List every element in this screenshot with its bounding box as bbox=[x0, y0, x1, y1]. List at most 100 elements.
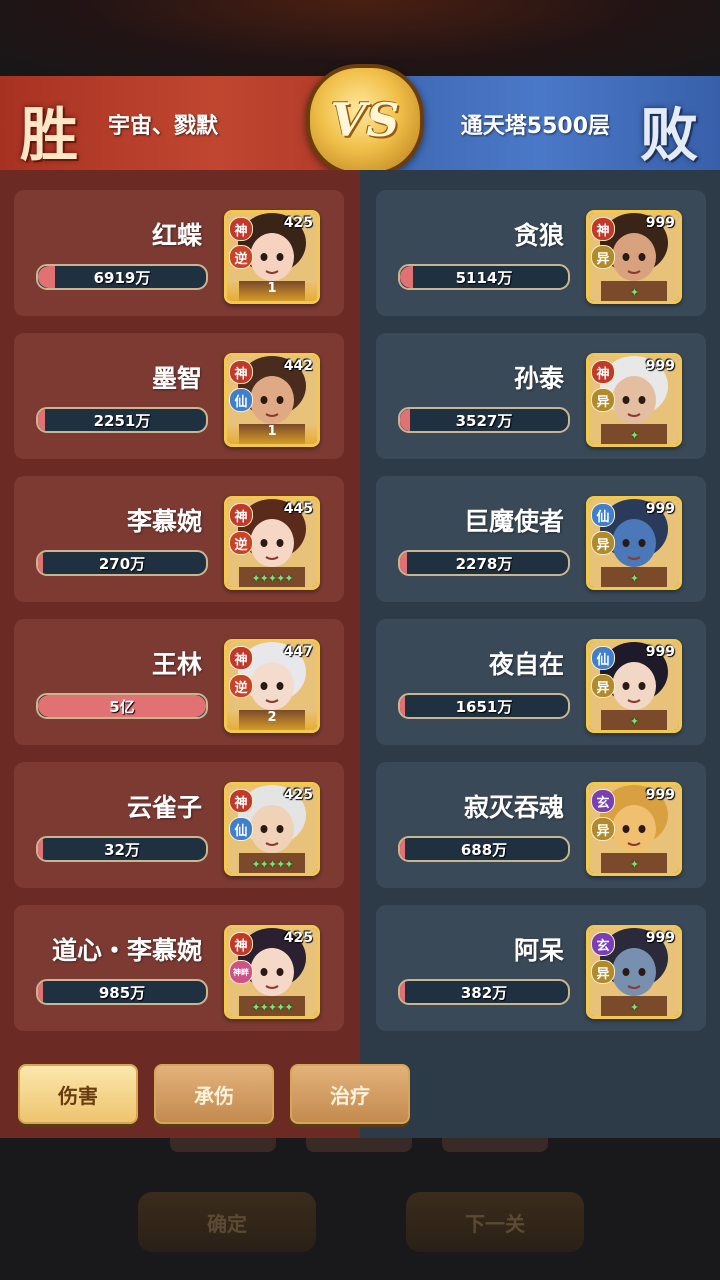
right-hero-card[interactable]: 巨魔使者 2278万 999 仙异 ✦ bbox=[376, 476, 706, 602]
hero-rank-badge: 神畔 bbox=[229, 960, 253, 984]
damage-value: 270万 bbox=[98, 554, 146, 573]
hero-level: 425 bbox=[283, 787, 313, 803]
left-hero-card[interactable]: 云雀子 32万 425 神仙 ✦✦✦✦✦ bbox=[14, 762, 344, 888]
damage-value: 2278万 bbox=[455, 554, 513, 573]
hero-rank-badge: 异 bbox=[591, 960, 615, 984]
tab-damage-taken[interactable]: 承伤 bbox=[154, 1064, 274, 1124]
damage-bar: 382万 bbox=[398, 979, 570, 1005]
damage-bar: 2278万 bbox=[398, 550, 570, 576]
damage-bar: 5亿 bbox=[36, 693, 208, 719]
hero-portrait[interactable]: 999 仙异 ✦ bbox=[586, 639, 682, 733]
damage-bar: 6919万 bbox=[36, 264, 208, 290]
damage-value: 3527万 bbox=[455, 411, 513, 430]
hero-name: 王林 bbox=[151, 650, 202, 679]
hero-portrait[interactable]: 425 神神畔 ✦✦✦✦✦ bbox=[224, 925, 320, 1019]
hero-rank-badge: 神 bbox=[229, 217, 253, 241]
vs-badge: VS bbox=[306, 64, 424, 176]
hero-rank-badge: 异 bbox=[591, 674, 615, 698]
hero-portrait[interactable]: 999 玄异 ✦ bbox=[586, 925, 682, 1019]
right-hero-card[interactable]: 贪狼 5114万 999 神异 ✦ bbox=[376, 190, 706, 316]
hero-portrait[interactable]: 999 神异 ✦ bbox=[586, 210, 682, 304]
hero-name: 夜自在 bbox=[488, 650, 564, 679]
background-tab bbox=[170, 1138, 276, 1152]
hero-rank-badge: 仙 bbox=[591, 503, 615, 527]
hero-rank-badge: 神 bbox=[591, 217, 615, 241]
damage-bar: 985万 bbox=[36, 979, 208, 1005]
hero-rank-badge: 玄 bbox=[591, 789, 615, 813]
hero-portrait[interactable]: 447 神逆 2 bbox=[224, 639, 320, 733]
background-bottom bbox=[0, 1138, 720, 1280]
hero-rank-badge: 逆 bbox=[229, 531, 253, 555]
hero-name: 孙泰 bbox=[513, 364, 564, 393]
tab-damage[interactable]: 伤害 bbox=[18, 1064, 138, 1124]
advance-level: 2 bbox=[227, 710, 317, 730]
hero-rank-badge: 神 bbox=[591, 360, 615, 384]
hero-portrait[interactable]: 442 神仙 1 bbox=[224, 353, 320, 447]
hero-level: 999 bbox=[645, 787, 675, 803]
hero-portrait[interactable]: 425 神逆 1 bbox=[224, 210, 320, 304]
right-hero-card[interactable]: 孙泰 3527万 999 神异 ✦ bbox=[376, 333, 706, 459]
hero-level: 999 bbox=[645, 215, 675, 231]
star-rating: ✦ bbox=[629, 858, 639, 871]
left-hero-card[interactable]: 王林 5亿 447 神逆 2 bbox=[14, 619, 344, 745]
damage-bar: 270万 bbox=[36, 550, 208, 576]
star-rating: ✦✦✦✦✦ bbox=[251, 572, 293, 585]
star-rating: ✦ bbox=[629, 572, 639, 585]
hero-name: 巨魔使者 bbox=[463, 507, 564, 536]
hero-level: 999 bbox=[645, 501, 675, 517]
hero-portrait[interactable]: 999 玄异 ✦ bbox=[586, 782, 682, 876]
hero-rank-badge: 玄 bbox=[591, 932, 615, 956]
damage-value: 6919万 bbox=[93, 268, 151, 287]
left-hero-card[interactable]: 墨智 2251万 442 神仙 1 bbox=[14, 333, 344, 459]
right-hero-card[interactable]: 阿呆 382万 999 玄异 ✦ bbox=[376, 905, 706, 1031]
hero-portrait[interactable]: 425 神仙 ✦✦✦✦✦ bbox=[224, 782, 320, 876]
hero-level: 999 bbox=[645, 358, 675, 374]
damage-value: 5114万 bbox=[455, 268, 513, 287]
hero-rank-badge: 仙 bbox=[591, 646, 615, 670]
left-team-name: 宇宙、戮默 bbox=[108, 114, 219, 139]
hero-rank-badge: 逆 bbox=[229, 245, 253, 269]
hero-portrait[interactable]: 999 仙异 ✦ bbox=[586, 496, 682, 590]
left-hero-card[interactable]: 道心・李慕婉 985万 425 神神畔 ✦✦✦✦✦ bbox=[14, 905, 344, 1031]
hero-rank-badge: 异 bbox=[591, 531, 615, 555]
damage-bar: 5114万 bbox=[398, 264, 570, 290]
hero-portrait[interactable]: 445 神逆 ✦✦✦✦✦ bbox=[224, 496, 320, 590]
right-hero-card[interactable]: 寂灭吞魂 688万 999 玄异 ✦ bbox=[376, 762, 706, 888]
damage-value: 688万 bbox=[460, 840, 508, 859]
background-tab bbox=[306, 1138, 412, 1152]
hero-level: 425 bbox=[283, 930, 313, 946]
star-rating: ✦✦✦✦✦ bbox=[251, 858, 293, 871]
damage-bar: 2251万 bbox=[36, 407, 208, 433]
advance-level: 1 bbox=[227, 281, 317, 301]
hero-name: 红蝶 bbox=[151, 221, 202, 250]
hero-name: 李慕婉 bbox=[126, 507, 202, 536]
lose-label: 败 bbox=[639, 101, 698, 169]
advance-level: 1 bbox=[227, 424, 317, 444]
hero-rank-badge: 仙 bbox=[229, 388, 253, 412]
hero-name: 寂灭吞魂 bbox=[463, 793, 564, 822]
left-hero-card[interactable]: 红蝶 6919万 425 神逆 1 bbox=[14, 190, 344, 316]
damage-bar: 1651万 bbox=[398, 693, 570, 719]
tab-healing[interactable]: 治疗 bbox=[290, 1064, 410, 1124]
right-hero-card[interactable]: 夜自在 1651万 999 仙异 ✦ bbox=[376, 619, 706, 745]
left-hero-card[interactable]: 李慕婉 270万 445 神逆 ✦✦✦✦✦ bbox=[14, 476, 344, 602]
damage-bar: 3527万 bbox=[398, 407, 570, 433]
damage-value: 985万 bbox=[98, 983, 146, 1002]
hero-name: 墨智 bbox=[151, 364, 202, 393]
hero-rank-badge: 神 bbox=[229, 932, 253, 956]
damage-value: 5亿 bbox=[109, 697, 135, 716]
confirm-button: 确定 bbox=[138, 1192, 316, 1252]
hero-name: 阿呆 bbox=[513, 936, 564, 965]
hero-level: 999 bbox=[645, 644, 675, 660]
hero-level: 447 bbox=[283, 644, 313, 660]
right-team-name: 通天塔5500层 bbox=[460, 114, 610, 139]
damage-value: 32万 bbox=[104, 840, 140, 859]
hero-portrait[interactable]: 999 神异 ✦ bbox=[586, 353, 682, 447]
hero-level: 442 bbox=[283, 358, 313, 374]
hero-rank-badge: 异 bbox=[591, 245, 615, 269]
hero-rank-badge: 异 bbox=[591, 388, 615, 412]
hero-rank-badge: 仙 bbox=[229, 817, 253, 841]
damage-bar: 32万 bbox=[36, 836, 208, 862]
hero-rank-badge: 神 bbox=[229, 789, 253, 813]
hero-rank-badge: 神 bbox=[229, 503, 253, 527]
